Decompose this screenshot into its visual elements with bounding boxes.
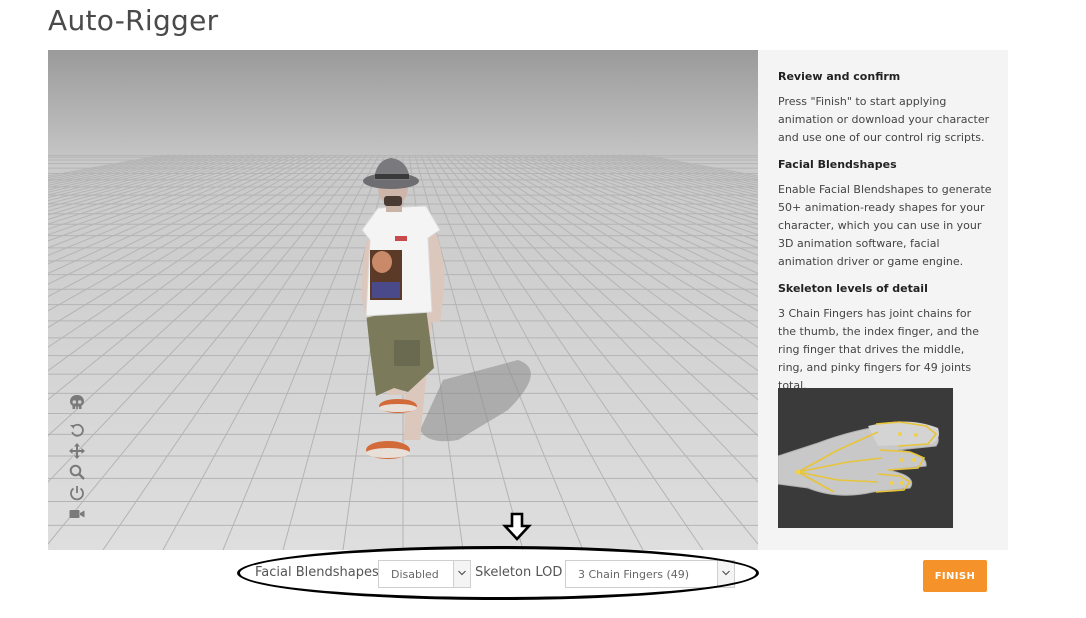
camera-icon[interactable] [68, 505, 86, 523]
skull-icon[interactable] [68, 394, 86, 412]
zoom-icon[interactable] [68, 463, 86, 481]
finish-button[interactable]: FINISH [923, 560, 987, 592]
info-panel: Review and confirm Press "Finish" to sta… [758, 50, 1008, 550]
backdrop [48, 50, 758, 165]
facial-heading: Facial Blendshapes [778, 158, 897, 171]
scene-canvas[interactable] [48, 50, 758, 550]
facial-text: Enable Facial Blendshapes to generate 50… [778, 183, 992, 268]
lod-heading: Skeleton levels of detail [778, 282, 928, 295]
review-text: Press "Finish" to start applying animati… [778, 95, 990, 144]
annotation-ellipse [237, 546, 759, 600]
rotate-icon[interactable] [68, 421, 86, 439]
skeleton-hand-illustration [778, 388, 953, 528]
viewport-toolbar [68, 394, 86, 526]
review-heading: Review and confirm [778, 70, 901, 83]
page-title: Auto-Rigger [48, 4, 219, 37]
down-arrow-icon [502, 512, 532, 541]
3d-viewport[interactable] [48, 50, 758, 550]
move-icon[interactable] [68, 442, 86, 460]
power-icon[interactable] [68, 484, 86, 502]
lod-text: 3 Chain Fingers has joint chains for the… [778, 307, 980, 392]
